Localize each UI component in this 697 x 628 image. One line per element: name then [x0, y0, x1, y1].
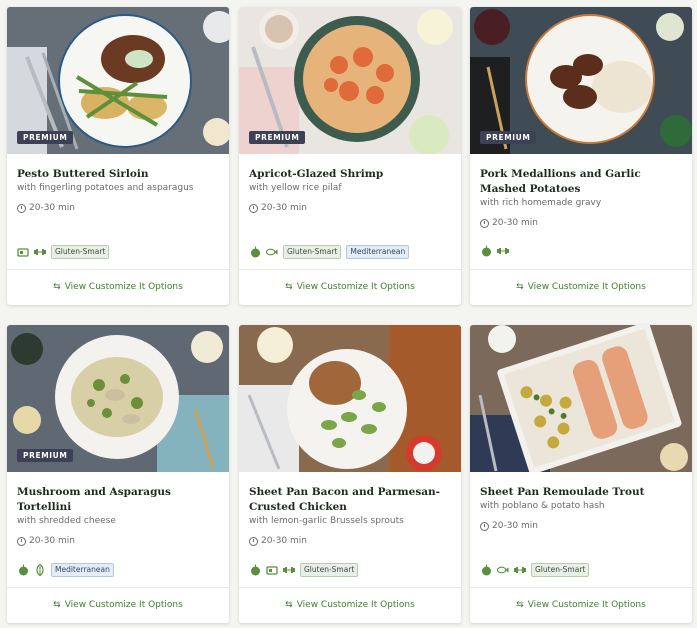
- meal-tags: Gluten-Smart: [480, 563, 590, 577]
- tag-mediterranean: Mediterranean: [51, 563, 114, 577]
- meal-photo[interactable]: PREMIUM: [7, 325, 229, 472]
- swap-icon: ⇆: [516, 600, 524, 610]
- meal-photo[interactable]: [239, 325, 461, 472]
- meal-card[interactable]: PREMIUM Pesto Buttered Sirloin with fing…: [7, 7, 229, 305]
- meal-card[interactable]: PREMIUM Pork Medallions and Garlic Mashe…: [470, 7, 692, 305]
- swap-icon: ⇆: [53, 282, 61, 292]
- customize-label: View Customize It Options: [64, 600, 183, 610]
- view-customize-options-link[interactable]: ⇆ View Customize It Options: [7, 269, 229, 305]
- premium-badge: PREMIUM: [17, 131, 74, 144]
- cook-time-text: 20-30 min: [29, 536, 75, 546]
- meal-tags: Gluten-Smart: [17, 245, 110, 259]
- premium-badge: PREMIUM: [480, 131, 537, 144]
- cook-time-text: 20-30 min: [261, 536, 307, 546]
- meal-title[interactable]: Apricot-Glazed Shrimp: [249, 167, 453, 182]
- meal-card[interactable]: PREMIUM Apricot-Glazed Shrimp with yello…: [239, 7, 461, 305]
- meal-title[interactable]: Pork Medallions and Garlic Mashed Potato…: [480, 167, 684, 197]
- cook-time: 20-30 min: [480, 521, 684, 531]
- swap-icon: ⇆: [285, 282, 293, 292]
- meal-subtitle: with shredded cheese: [17, 516, 116, 526]
- meal-tags: Gluten-Smart Mediterranean: [249, 245, 410, 259]
- tag-gluten-smart: Gluten-Smart: [283, 245, 342, 259]
- clock-icon: [17, 203, 26, 213]
- fish-icon: [266, 246, 278, 258]
- customize-label: View Customize It Options: [64, 282, 183, 292]
- view-customize-options-link[interactable]: ⇆ View Customize It Options: [470, 587, 692, 623]
- meal-photo[interactable]: PREMIUM: [7, 7, 229, 154]
- meal-card[interactable]: PREMIUM Mushroom and Asparagus Tortellin…: [7, 325, 229, 623]
- cook-time-text: 20-30 min: [492, 521, 538, 531]
- meal-photo[interactable]: PREMIUM: [470, 7, 692, 154]
- meal-title[interactable]: Sheet Pan Remoulade Trout: [480, 485, 684, 500]
- view-customize-options-link[interactable]: ⇆ View Customize It Options: [239, 269, 461, 305]
- cook-time-text: 20-30 min: [29, 203, 75, 213]
- apple-icon: [480, 245, 492, 257]
- customize-label: View Customize It Options: [527, 282, 646, 292]
- dumbbell-icon: [283, 564, 295, 576]
- cook-time: 20-30 min: [249, 203, 453, 213]
- leaf-icon: [34, 564, 46, 576]
- customize-label: View Customize It Options: [527, 600, 646, 610]
- swap-icon: ⇆: [53, 600, 61, 610]
- dumbbell-icon: [497, 245, 509, 257]
- view-customize-options-link[interactable]: ⇆ View Customize It Options: [470, 269, 692, 305]
- meal-photo[interactable]: [470, 325, 692, 472]
- meal-tags: Gluten-Smart: [249, 563, 359, 577]
- clock-icon: [17, 536, 26, 546]
- apple-icon: [249, 564, 261, 576]
- meal-subtitle: with fingerling potatoes and asparagus: [17, 183, 194, 193]
- meal-subtitle: with rich homemade gravy: [480, 198, 602, 208]
- fish-icon: [497, 564, 509, 576]
- tray-icon: [266, 564, 278, 576]
- cook-time: 20-30 min: [17, 536, 221, 546]
- clock-icon: [249, 203, 258, 213]
- cook-time: 20-30 min: [249, 536, 453, 546]
- meal-tags: Mediterranean: [17, 563, 114, 577]
- tag-gluten-smart: Gluten-Smart: [51, 245, 110, 259]
- customize-label: View Customize It Options: [296, 600, 415, 610]
- dumbbell-icon: [34, 246, 46, 258]
- tag-mediterranean: Mediterranean: [346, 245, 410, 259]
- customize-label: View Customize It Options: [296, 282, 415, 292]
- meal-title[interactable]: Sheet Pan Bacon and Parmesan-Crusted Chi…: [249, 485, 453, 515]
- meal-photo[interactable]: PREMIUM: [239, 7, 461, 154]
- meal-subtitle: with yellow rice pilaf: [249, 183, 342, 193]
- cook-time: 20-30 min: [17, 203, 221, 213]
- view-customize-options-link[interactable]: ⇆ View Customize It Options: [239, 587, 461, 623]
- meal-title[interactable]: Pesto Buttered Sirloin: [17, 167, 221, 182]
- apple-icon: [17, 564, 29, 576]
- dumbbell-icon: [514, 564, 526, 576]
- apple-icon: [480, 564, 492, 576]
- clock-icon: [480, 521, 489, 531]
- clock-icon: [480, 218, 489, 228]
- apple-icon: [249, 246, 261, 258]
- tag-gluten-smart: Gluten-Smart: [300, 563, 359, 577]
- cook-time: 20-30 min: [480, 218, 684, 228]
- cook-time-text: 20-30 min: [492, 218, 538, 228]
- meal-tags: [480, 245, 509, 257]
- meal-card[interactable]: Sheet Pan Remoulade Trout with poblano &…: [470, 325, 692, 623]
- tray-icon: [17, 246, 29, 258]
- swap-icon: ⇆: [285, 600, 293, 610]
- meal-subtitle: with poblano & potato hash: [480, 501, 605, 511]
- meal-title[interactable]: Mushroom and Asparagus Tortellini: [17, 485, 221, 515]
- tag-gluten-smart: Gluten-Smart: [531, 563, 590, 577]
- swap-icon: ⇆: [516, 282, 524, 292]
- meal-card[interactable]: Sheet Pan Bacon and Parmesan-Crusted Chi…: [239, 325, 461, 623]
- clock-icon: [249, 536, 258, 546]
- meal-subtitle: with lemon-garlic Brussels sprouts: [249, 516, 404, 526]
- meal-grid: PREMIUM Pesto Buttered Sirloin with fing…: [0, 0, 697, 628]
- premium-badge: PREMIUM: [249, 131, 306, 144]
- view-customize-options-link[interactable]: ⇆ View Customize It Options: [7, 587, 229, 623]
- premium-badge: PREMIUM: [17, 449, 74, 462]
- cook-time-text: 20-30 min: [261, 203, 307, 213]
